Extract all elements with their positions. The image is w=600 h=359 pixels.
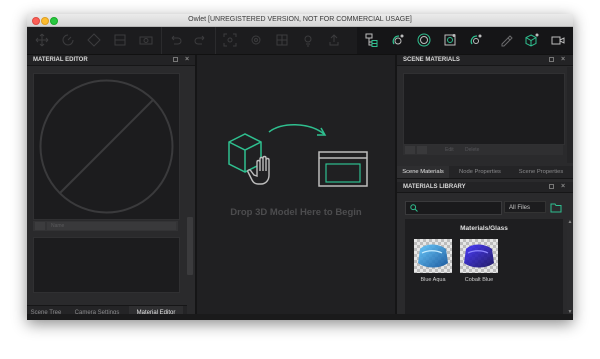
material-swatch-cobalt-blue[interactable]: Cobalt Blue <box>459 239 499 285</box>
materials-library-title: MATERIALS LIBRARY <box>403 184 466 190</box>
toolbar <box>27 27 573 55</box>
scene-materials-actions: Edit Delete <box>403 145 563 155</box>
cube-icon <box>228 133 262 173</box>
material-editor-header: MATERIAL EDITOR × <box>27 55 197 66</box>
undock-icon[interactable] <box>173 57 178 62</box>
right-tab-bar: Scene Materials Node Properties Scene Pr… <box>397 166 573 179</box>
materials-library-grid: Materials/Glass Blue Aqua Cobalt Blue <box>405 219 563 315</box>
fit-icon[interactable] <box>223 33 237 47</box>
video-icon[interactable] <box>551 33 565 47</box>
library-search-input[interactable] <box>405 201 502 215</box>
tab-scene-materials[interactable]: Scene Materials <box>397 166 449 178</box>
toolbar-active-group <box>357 27 573 54</box>
redo-icon[interactable] <box>193 33 207 47</box>
viewport-window-icon <box>318 151 368 187</box>
camera-icon[interactable] <box>139 33 153 47</box>
tab-scene-properties[interactable]: Scene Properties <box>511 166 571 178</box>
add-material-button[interactable] <box>405 146 415 154</box>
rotate-icon[interactable] <box>61 33 75 47</box>
environment-icon[interactable] <box>417 33 431 47</box>
settings-icon[interactable] <box>249 33 263 47</box>
material-properties <box>33 237 180 293</box>
material-type-button[interactable] <box>35 222 45 230</box>
scene-tree-icon[interactable] <box>365 33 379 47</box>
remove-material-button[interactable] <box>417 146 427 154</box>
material-name: Blue Aqua <box>420 277 446 283</box>
material-editor-panel: MATERIAL EDITOR × Name Scene Tree Camera… <box>27 55 197 320</box>
undo-icon[interactable] <box>169 33 183 47</box>
library-search-row: All Files <box>405 201 565 215</box>
library-filter-select[interactable]: All Files <box>504 201 546 213</box>
scene-materials-list[interactable] <box>403 73 565 145</box>
undock-icon[interactable] <box>549 57 554 62</box>
viewport-drop-area[interactable]: Drop 3D Model Here to Begin <box>197 55 395 320</box>
search-icon <box>410 204 418 212</box>
title-bar: Owlet [UNREGISTERED VERSION, NOT FOR COM… <box>27 14 573 27</box>
material-editor-title: MATERIAL EDITOR <box>33 57 88 63</box>
toolbar-separator <box>215 27 216 54</box>
material-thumbnail <box>460 239 498 273</box>
export-icon[interactable] <box>327 33 341 47</box>
material-name-row: Name <box>33 221 178 231</box>
arrow-icon <box>268 124 327 136</box>
scene-materials-title: SCENE MATERIALS <box>403 57 460 63</box>
close-panel-icon[interactable]: × <box>561 55 565 65</box>
material-name-field[interactable]: Name <box>47 222 176 230</box>
material-thumbnail <box>414 239 452 273</box>
cube-add-icon[interactable] <box>525 33 539 47</box>
drop-model-illustration <box>228 124 368 187</box>
light-icon[interactable] <box>301 33 315 47</box>
scale-icon[interactable] <box>87 33 101 47</box>
move-icon[interactable] <box>35 33 49 47</box>
edit-button[interactable]: Edit <box>445 145 454 155</box>
left-scrollbar[interactable] <box>185 67 195 303</box>
paint-icon[interactable] <box>499 33 513 47</box>
scrollbar-thumb[interactable] <box>187 217 193 275</box>
drop-hint-text: Drop 3D Model Here to Begin <box>230 207 362 218</box>
no-material-icon <box>39 79 174 214</box>
scene-materials-scrollbar[interactable] <box>567 67 573 163</box>
library-scrollbar[interactable]: ▲ ▼ <box>567 219 573 315</box>
render-icon[interactable] <box>443 33 457 47</box>
camera-settings-icon[interactable] <box>469 33 483 47</box>
close-panel-icon[interactable]: × <box>561 182 565 192</box>
materials-library-header: MATERIALS LIBRARY × <box>397 182 573 193</box>
folder-icon[interactable] <box>550 202 562 213</box>
close-panel-icon[interactable]: × <box>185 55 189 65</box>
window-title: Owlet [UNREGISTERED VERSION, NOT FOR COM… <box>188 16 412 23</box>
material-preview <box>33 73 180 220</box>
undock-icon[interactable] <box>549 184 554 189</box>
grid-icon[interactable] <box>275 33 289 47</box>
hand-icon <box>247 155 270 185</box>
library-category-title: Materials/Glass <box>460 225 508 232</box>
right-panel: SCENE MATERIALS × Edit Delete Scene Mate… <box>397 55 573 320</box>
material-swatch-blue-aqua[interactable]: Blue Aqua <box>413 239 453 285</box>
status-bar <box>27 314 573 320</box>
toolbar-separator <box>161 27 162 54</box>
snap-icon[interactable] <box>113 33 127 47</box>
scene-materials-header: SCENE MATERIALS × <box>397 55 573 66</box>
material-icon[interactable] <box>391 33 405 47</box>
app-window: Owlet [UNREGISTERED VERSION, NOT FOR COM… <box>27 14 573 320</box>
scroll-up-icon[interactable]: ▲ <box>567 219 573 225</box>
material-name: Cobalt Blue <box>464 277 494 283</box>
tab-node-properties[interactable]: Node Properties <box>451 166 509 178</box>
delete-button[interactable]: Delete <box>465 145 479 155</box>
